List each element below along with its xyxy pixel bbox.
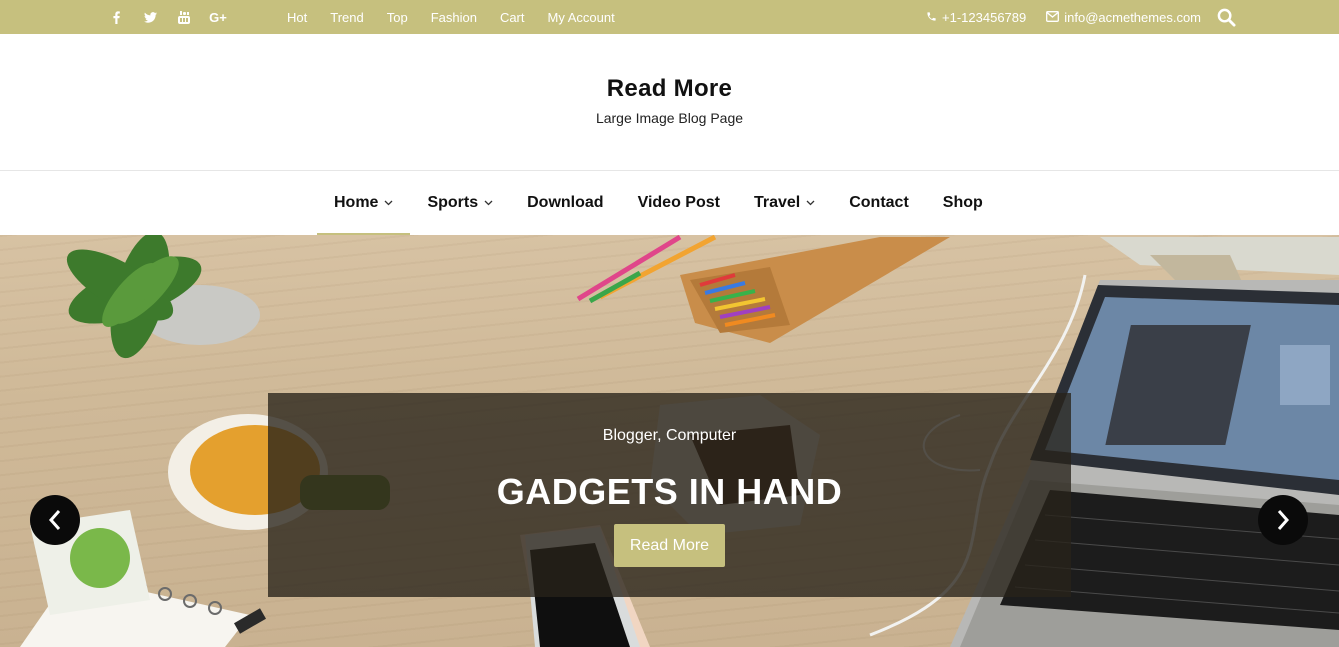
phone-contact[interactable]: +1-123456789 [926,10,1026,25]
social-links: G+ [108,0,227,34]
chevron-right-icon [1277,510,1290,530]
email-contact[interactable]: info@acmethemes.com [1046,10,1201,25]
nav-item-travel[interactable]: Travel [737,171,832,235]
slide-categories[interactable]: Blogger, Computer [268,427,1071,445]
nav-item-label: Contact [849,194,909,211]
phone-number: +1-123456789 [942,9,1027,25]
slide-title[interactable]: GADGETS IN HAND [268,471,1071,513]
phone-icon [926,10,937,25]
youtube-icon[interactable] [176,9,192,25]
envelope-icon [1046,10,1060,25]
site-branding: Read More Large Image Blog Page [0,34,1339,171]
nav-item-home[interactable]: Home [317,171,411,235]
google-plus-icon[interactable]: G+ [209,9,227,25]
read-more-button[interactable]: Read More [614,524,725,567]
nav-item-video-post[interactable]: Video Post [621,171,737,235]
nav-item-label: Shop [942,194,983,211]
top-nav: Hot Trend Top Fashion Cart My Account [287,0,638,34]
top-nav-cart[interactable]: Cart [500,10,525,25]
top-nav-trend[interactable]: Trend [330,10,363,25]
top-bar: G+ Hot Trend Top Fashion Cart My Account… [0,0,1339,34]
previous-slide-button[interactable] [30,495,80,545]
chevron-left-icon [48,510,61,530]
main-navigation: Home Sports Download Video Post Travel C… [0,171,1339,235]
nav-item-sports[interactable]: Sports [410,171,510,235]
site-description: Large Image Blog Page [595,110,744,126]
nav-item-label: Video Post [637,194,720,211]
top-nav-fashion[interactable]: Fashion [431,10,477,25]
nav-item-label: Home [334,194,379,211]
top-nav-hot[interactable]: Hot [287,10,307,25]
chevron-down-icon [806,200,815,206]
search-icon[interactable] [1217,8,1236,27]
nav-item-label: Travel [753,194,801,211]
contact-info: +1-123456789 info@acmethemes.com [926,0,1236,34]
hero-slider: Blogger, Computer GADGETS IN HAND Read M… [0,235,1339,647]
chevron-down-icon [484,200,493,206]
chevron-down-icon [384,200,393,206]
nav-item-shop[interactable]: Shop [926,171,1000,235]
next-slide-button[interactable] [1258,495,1308,545]
site-title[interactable]: Read More [0,75,1339,103]
nav-item-label: Download [527,194,604,211]
top-nav-my-account[interactable]: My Account [548,10,615,25]
slide-caption: Blogger, Computer GADGETS IN HAND Read M… [268,393,1071,597]
top-nav-top[interactable]: Top [387,10,408,25]
nav-item-label: Sports [427,194,479,211]
twitter-icon[interactable] [142,9,158,25]
email-address: info@acmethemes.com [1064,9,1201,25]
nav-item-contact[interactable]: Contact [832,171,926,235]
facebook-icon[interactable] [108,9,124,25]
nav-item-download[interactable]: Download [510,171,620,235]
